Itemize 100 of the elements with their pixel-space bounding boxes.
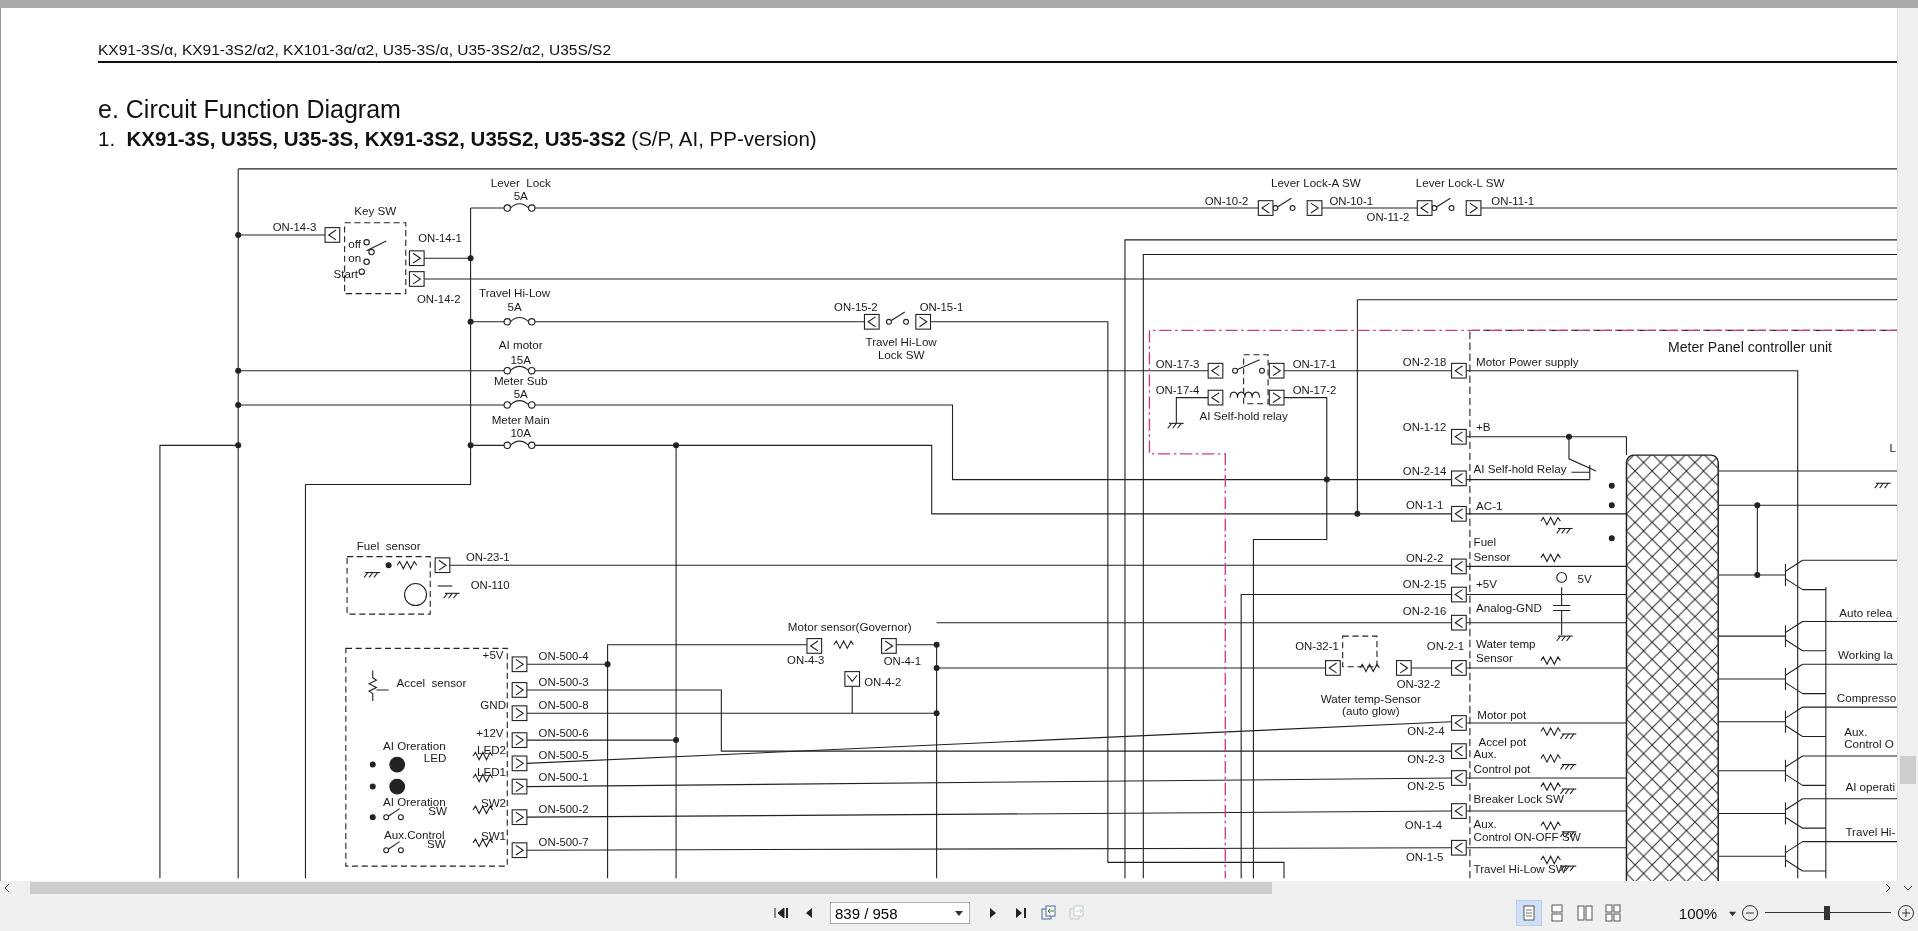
connector-label: ON-17-4 bbox=[1155, 384, 1200, 397]
component-label: AI Self-hold relay bbox=[1199, 409, 1288, 423]
connector-icon bbox=[1451, 428, 1467, 445]
signal-label: SW1 bbox=[480, 828, 507, 842]
connector-icon bbox=[408, 271, 425, 287]
component-label: Fuel sensor bbox=[356, 538, 421, 552]
first-page-icon bbox=[774, 908, 788, 918]
connector-label: ON-500-5 bbox=[538, 749, 589, 761]
fuse-icon bbox=[503, 400, 536, 409]
unit-title: Meter Panel controller unit bbox=[1668, 339, 1832, 356]
connector-label: ON-23-1 bbox=[465, 550, 510, 563]
zoom-out-icon[interactable] bbox=[1741, 904, 1759, 922]
connector-icon bbox=[511, 842, 528, 859]
fuse-icon bbox=[503, 203, 536, 212]
connector-label: ON-2-3 bbox=[1407, 752, 1445, 765]
connector-label: ON-10-2 bbox=[1204, 194, 1249, 207]
fuse-label: Meter Sub bbox=[493, 373, 548, 387]
slider-thumb[interactable] bbox=[1823, 906, 1830, 920]
connector-icon bbox=[1451, 770, 1467, 786]
signal-label: Sensor bbox=[1473, 549, 1511, 563]
connector-icon bbox=[1451, 614, 1467, 631]
signal-label: AC-1 bbox=[1476, 498, 1503, 512]
connector-icon bbox=[844, 671, 861, 687]
connector-icon bbox=[1451, 470, 1467, 487]
zoom-slider[interactable] bbox=[1765, 906, 1891, 920]
continuous-view-icon bbox=[1548, 904, 1566, 922]
vertical-scrollbar[interactable] bbox=[1897, 8, 1918, 881]
component-label: Motor sensor(Governor) bbox=[787, 619, 912, 633]
connector-label: ON-4-1 bbox=[883, 654, 921, 667]
fuse-label: 5A bbox=[513, 189, 528, 203]
connector-label: ON-500-4 bbox=[538, 649, 589, 662]
signal-label: Auto relea bbox=[1839, 606, 1893, 620]
connector-label: ON-2-15 bbox=[1402, 577, 1447, 590]
connector-label: ON-4-3 bbox=[787, 653, 825, 666]
signal-label: Control O bbox=[1844, 737, 1894, 751]
page-number-field[interactable]: 839 / 958 bbox=[830, 902, 970, 924]
component-label: Accel sensor bbox=[396, 675, 467, 689]
scrollbar-thumb[interactable] bbox=[30, 882, 1272, 894]
signal-label: LED1 bbox=[477, 765, 507, 779]
connector-icon bbox=[1395, 660, 1412, 676]
connector-label: ON-500-1 bbox=[538, 771, 589, 783]
connector-label: ON-2-14 bbox=[1402, 465, 1447, 478]
section-title: e. Circuit Function Diagram bbox=[98, 96, 402, 122]
connector-label: ON-11-1 bbox=[1491, 194, 1535, 207]
signal-label: Motor pot bbox=[1477, 707, 1527, 721]
connector-icon bbox=[324, 227, 341, 243]
connector-label: ON-2-2 bbox=[1406, 552, 1444, 565]
signal-label: GND bbox=[480, 697, 507, 711]
connector-icon bbox=[511, 809, 528, 826]
connector-icon bbox=[863, 313, 880, 330]
signal-label: Motor Power supply bbox=[1476, 355, 1579, 369]
fuse-label: Meter Main bbox=[491, 412, 550, 426]
signal-label: Travel Hi- bbox=[1845, 825, 1896, 839]
dropdown-caret-icon[interactable] bbox=[954, 908, 964, 918]
connector-label: ON-500-3 bbox=[538, 675, 589, 688]
connector-label: ON-500-6 bbox=[538, 727, 589, 739]
fuse-label: 5A bbox=[513, 387, 528, 401]
signal-label: Working la bbox=[1838, 647, 1893, 661]
single-page-view-button[interactable] bbox=[1516, 900, 1542, 926]
fuse-label: 5A bbox=[507, 300, 522, 314]
zoom-value: 100% bbox=[1677, 904, 1719, 922]
fuse-label: 10A bbox=[510, 426, 532, 440]
previous-page-icon bbox=[806, 908, 812, 918]
signal-label: on bbox=[348, 251, 362, 265]
connector-label: ON-32-1 bbox=[1295, 640, 1339, 653]
connector-icon bbox=[1207, 389, 1224, 406]
connector-label: ON-1-5 bbox=[1406, 850, 1444, 863]
signal-label: off bbox=[348, 236, 361, 250]
signal-label: 5V bbox=[1577, 571, 1592, 585]
connector-label: ON-2-4 bbox=[1407, 724, 1445, 737]
connector-label: ON-4-2 bbox=[864, 675, 902, 688]
component-label: Lever Lock-L SW bbox=[1415, 175, 1505, 189]
next-page-icon bbox=[990, 908, 996, 918]
connector-icon bbox=[511, 778, 528, 795]
signal-label: Aux. bbox=[1473, 746, 1497, 760]
connector-icon bbox=[1451, 505, 1467, 522]
connector-label: ON-10-1 bbox=[1329, 194, 1374, 207]
connector-icon bbox=[1451, 715, 1467, 731]
connector-icon bbox=[1416, 200, 1433, 216]
fuse-label: Lever Lock bbox=[490, 175, 551, 189]
component-label: Travel Hi-Low bbox=[865, 334, 937, 348]
scrollbar-thumb[interactable] bbox=[1900, 756, 1916, 784]
signal-label: Accel pot bbox=[1478, 734, 1527, 748]
connector-icon bbox=[1451, 839, 1467, 856]
signal-label: Aux. bbox=[1844, 724, 1868, 738]
signal-label: Water temp bbox=[1476, 636, 1536, 650]
zoom-in-icon[interactable] bbox=[1897, 904, 1915, 922]
component-label: (auto glow) bbox=[1342, 704, 1400, 718]
connector-label: ON-11-2 bbox=[1366, 210, 1410, 223]
fuse-icon bbox=[503, 316, 536, 326]
fuse-icon bbox=[503, 365, 536, 375]
connector-label: ON-15-1 bbox=[919, 301, 964, 314]
connector-icon bbox=[806, 638, 823, 654]
connector-icon bbox=[1207, 362, 1224, 379]
connector-label: ON-14-3 bbox=[272, 220, 317, 233]
connector-label: ON-500-8 bbox=[538, 698, 589, 711]
connector-label: ON-500-7 bbox=[538, 835, 589, 848]
component-label: Lever Lock-A SW bbox=[1270, 175, 1361, 189]
connector-icon bbox=[1451, 362, 1467, 379]
connector-icon bbox=[511, 732, 528, 748]
